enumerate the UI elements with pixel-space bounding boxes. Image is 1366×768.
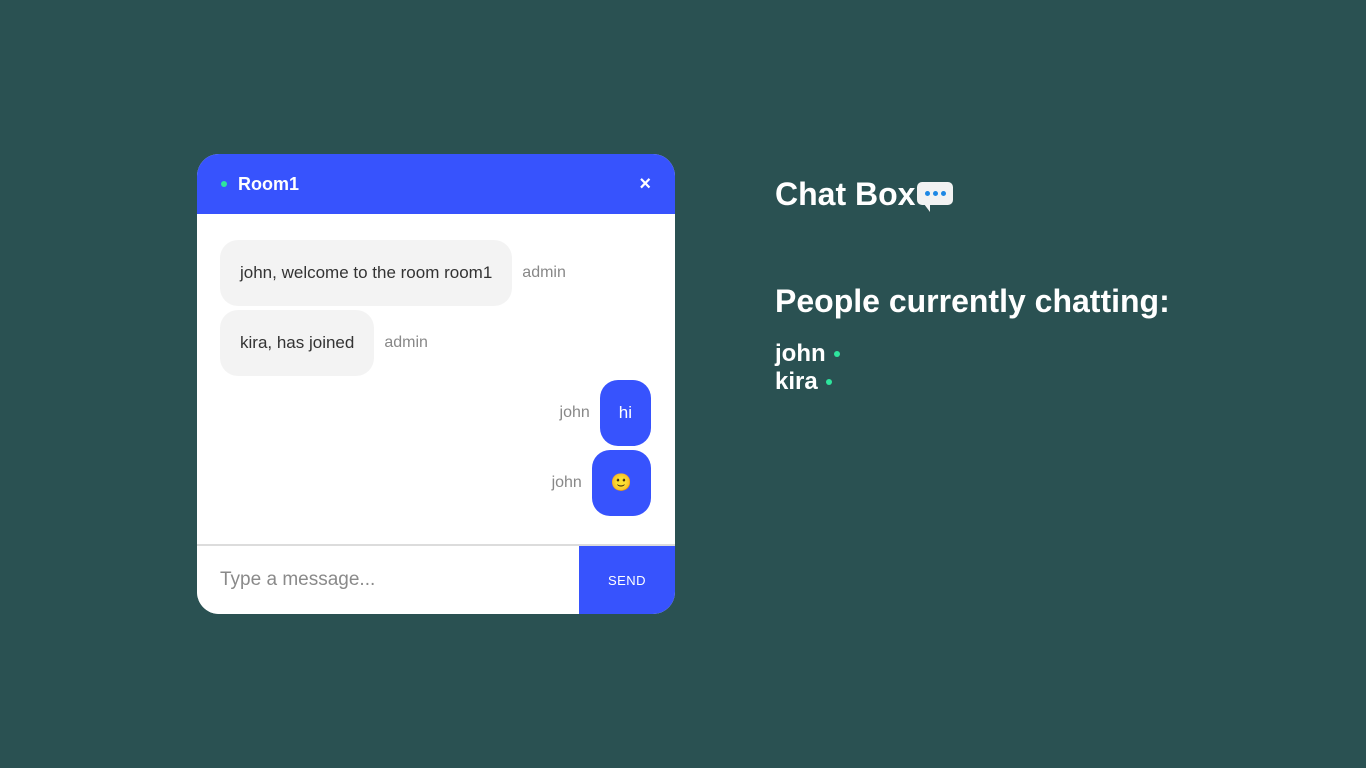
online-indicator: [825, 379, 832, 385]
person-item: john: [775, 340, 1170, 368]
side-panel: Chat Box People currently chatting: john…: [775, 176, 1170, 396]
room-name: Room1: [238, 173, 300, 194]
message-sender: admin: [384, 334, 428, 351]
message-sender: admin: [522, 264, 566, 281]
message-row: john 🙂: [220, 450, 651, 516]
message-composer: SEND: [197, 544, 675, 614]
online-indicator: [221, 181, 227, 187]
chat-header: Room1 ×: [197, 154, 675, 214]
message-input[interactable]: [197, 546, 579, 614]
message-row: john hi: [220, 380, 651, 446]
message-row: kira, has joined admin: [220, 310, 651, 376]
message-row: john, welcome to the room room1 admin: [220, 240, 651, 306]
message-bubble: hi: [599, 380, 651, 446]
app-title: Chat Box: [775, 176, 1170, 213]
message-sender: john: [551, 474, 582, 491]
close-icon[interactable]: ×: [639, 174, 651, 194]
message-bubble: kira, has joined: [220, 310, 375, 376]
person-name: john: [775, 340, 826, 367]
message-list[interactable]: john, welcome to the room room1 admin ki…: [197, 214, 675, 543]
people-heading: People currently chatting:: [775, 283, 1170, 319]
speech-balloon-icon: [917, 181, 954, 212]
person-name: kira: [775, 368, 818, 395]
online-indicator: [833, 351, 840, 357]
app-title-text: Chat Box: [775, 176, 916, 212]
person-item: kira: [775, 368, 1170, 396]
message-bubble: 🙂: [591, 450, 651, 516]
message-sender: john: [559, 404, 590, 421]
message-bubble: john, welcome to the room room1: [220, 240, 513, 306]
chat-window: Room1 × john, welcome to the room room1 …: [197, 154, 675, 614]
people-list: john kira: [775, 340, 1170, 396]
send-button[interactable]: SEND: [579, 546, 675, 614]
